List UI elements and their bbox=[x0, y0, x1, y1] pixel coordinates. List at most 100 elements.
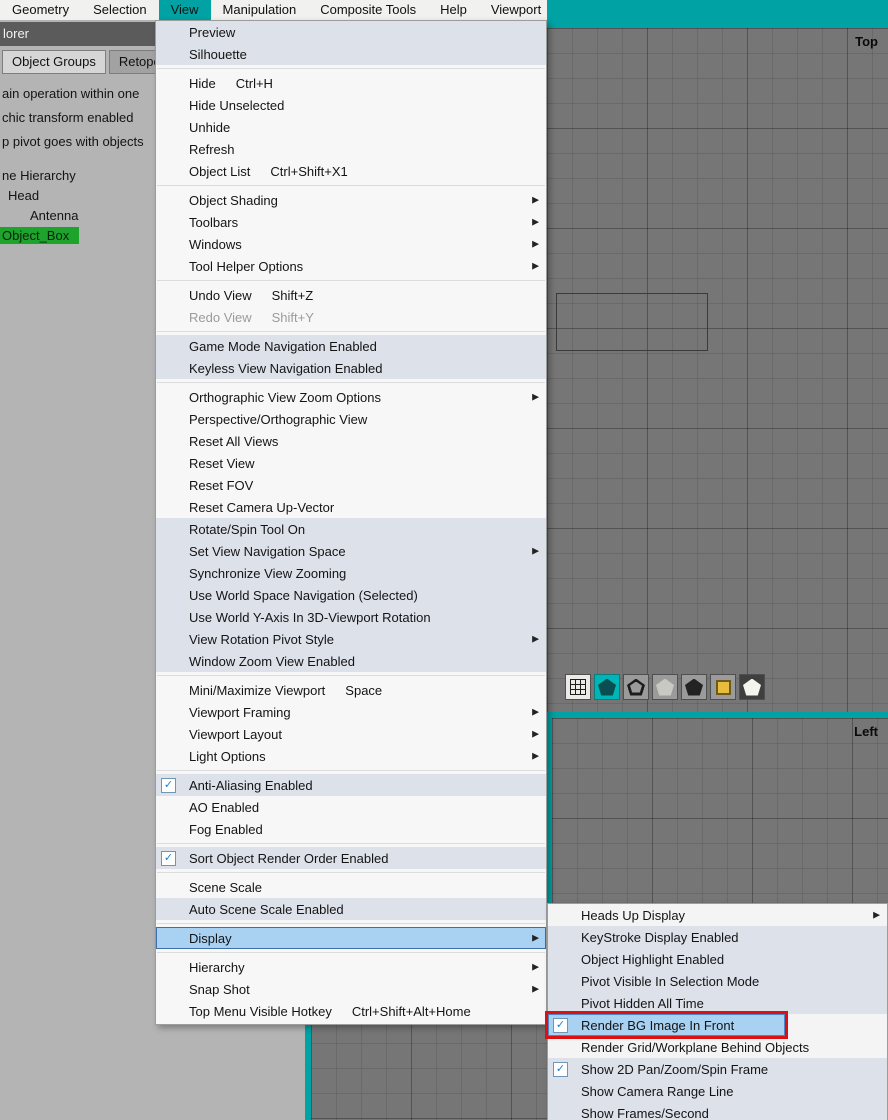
view-menu-item-tool-helper-options[interactable]: Tool Helper Options ▶ bbox=[156, 255, 546, 277]
view-menu-item-view-rotation-pivot-style[interactable]: View Rotation Pivot Style ▶ bbox=[156, 628, 546, 650]
panel-option-text-3: p pivot goes with objects bbox=[2, 134, 144, 149]
checkbox-slot bbox=[161, 749, 176, 764]
display-submenu-item-heads-up-display[interactable]: Heads Up Display ▶ bbox=[548, 904, 887, 926]
view-menu-item-object-shading[interactable]: Object Shading ▶ bbox=[156, 189, 546, 211]
menubar-item-composite-tools[interactable]: Composite Tools bbox=[308, 0, 428, 20]
view-menu-item-use-world-y-axis-in-3d-viewport-rotation[interactable]: Use World Y-Axis In 3D-Viewport Rotation bbox=[156, 606, 546, 628]
view-menu-item-object-list[interactable]: Object List Ctrl+Shift+X1 bbox=[156, 160, 546, 182]
checkbox-slot bbox=[161, 237, 176, 252]
menubar-item-selection[interactable]: Selection bbox=[81, 0, 158, 20]
view-menu-item-hide-unselected[interactable]: Hide Unselected bbox=[156, 94, 546, 116]
view-menu-item-reset-camera-up-vector[interactable]: Reset Camera Up-Vector bbox=[156, 496, 546, 518]
view-menu-item-light-options[interactable]: Light Options ▶ bbox=[156, 745, 546, 767]
menu-item-label: Window Zoom View Enabled bbox=[189, 653, 355, 669]
view-menu-item-hide[interactable]: Hide Ctrl+H bbox=[156, 72, 546, 94]
checkbox-slot bbox=[553, 908, 568, 923]
menu-separator bbox=[157, 843, 545, 844]
view-menu-item-orthographic-view-zoom-options[interactable]: Orthographic View Zoom Options ▶ bbox=[156, 386, 546, 408]
view-menu-item-redo-view[interactable]: Redo View Shift+Y bbox=[156, 306, 546, 328]
tab-object-groups[interactable]: Object Groups bbox=[2, 50, 106, 74]
view-menu-item-scene-scale[interactable]: Scene Scale bbox=[156, 876, 546, 898]
tree-item-label: Head bbox=[8, 188, 40, 203]
smooth-shade-mode-icon[interactable] bbox=[739, 674, 765, 700]
checkbox-slot bbox=[553, 930, 568, 945]
view-menu-item-reset-all-views[interactable]: Reset All Views bbox=[156, 430, 546, 452]
display-submenu-item-show-camera-range-line[interactable]: Show Camera Range Line bbox=[548, 1080, 887, 1102]
menubar-item-help[interactable]: Help bbox=[428, 0, 479, 20]
wireframe-mode-icon[interactable] bbox=[623, 674, 649, 700]
checkbox-slot bbox=[161, 215, 176, 230]
view-menu-item-auto-scene-scale-enabled[interactable]: Auto Scene Scale Enabled bbox=[156, 898, 546, 920]
view-menu-item-unhide[interactable]: Unhide bbox=[156, 116, 546, 138]
texture-mode-icon[interactable] bbox=[710, 674, 736, 700]
grid-toggle-icon[interactable] bbox=[565, 674, 591, 700]
flat-shade-mode-icon[interactable] bbox=[681, 674, 707, 700]
view-menu-item-silhouette[interactable]: Silhouette bbox=[156, 43, 546, 65]
menu-separator bbox=[157, 68, 545, 69]
display-submenu-item-render-grid-workplane-behind-objects[interactable]: Render Grid/Workplane Behind Objects bbox=[548, 1036, 887, 1058]
view-menu-item-viewport-framing[interactable]: Viewport Framing ▶ bbox=[156, 701, 546, 723]
display-submenu-item-show-frames-second[interactable]: Show Frames/Second bbox=[548, 1102, 887, 1120]
view-menu-item-toolbars[interactable]: Toolbars ▶ bbox=[156, 211, 546, 233]
view-menu-item-game-mode-navigation-enabled[interactable]: Game Mode Navigation Enabled bbox=[156, 335, 546, 357]
viewport-top-view[interactable]: Top bbox=[547, 28, 888, 712]
view-menu-item-hierarchy[interactable]: Hierarchy ▶ bbox=[156, 956, 546, 978]
display-submenu-item-keystroke-display-enabled[interactable]: KeyStroke Display Enabled bbox=[548, 926, 887, 948]
menu-item-label: Object Shading bbox=[189, 192, 278, 208]
display-submenu-item-pivot-visible-in-selection-mode[interactable]: Pivot Visible In Selection Mode bbox=[548, 970, 887, 992]
submenu-arrow-icon: ▶ bbox=[532, 216, 539, 227]
view-menu-item-window-zoom-view-enabled[interactable]: Window Zoom View Enabled bbox=[156, 650, 546, 672]
menu-item-label: Show 2D Pan/Zoom/Spin Frame bbox=[581, 1061, 769, 1077]
scene-object-outline[interactable] bbox=[556, 293, 708, 351]
display-submenu-item-object-highlight-enabled[interactable]: Object Highlight Enabled bbox=[548, 948, 887, 970]
view-menu-item-perspective-orthographic-view[interactable]: Perspective/Orthographic View bbox=[156, 408, 546, 430]
menubar-item-geometry[interactable]: Geometry bbox=[0, 0, 81, 20]
menu-item-label: Use World Space Navigation (Selected) bbox=[189, 587, 418, 603]
view-menu-item-undo-view[interactable]: Undo View Shift+Z bbox=[156, 284, 546, 306]
menu-item-label: Render Grid/Workplane Behind Objects bbox=[581, 1039, 810, 1055]
view-menu-item-sort-object-render-order-enabled[interactable]: ✓ Sort Object Render Order Enabled bbox=[156, 847, 546, 869]
menu-item-label: Object List bbox=[189, 163, 251, 179]
ghost-shade-mode-icon[interactable] bbox=[652, 674, 678, 700]
menubar-item-viewport[interactable]: Viewport bbox=[479, 0, 553, 20]
menubar-item-manipulation[interactable]: Manipulation bbox=[211, 0, 309, 20]
view-menu-item-synchronize-view-zooming[interactable]: Synchronize View Zooming bbox=[156, 562, 546, 584]
view-menu-item-display[interactable]: Display ▶ bbox=[156, 927, 546, 949]
checkbox-slot bbox=[161, 683, 176, 698]
menu-item-label: Scene Scale bbox=[189, 879, 262, 895]
view-menu-item-top-menu-visible-hotkey[interactable]: Top Menu Visible Hotkey Ctrl+Shift+Alt+Ho… bbox=[156, 1000, 546, 1022]
checkbox-slot bbox=[161, 902, 176, 917]
checkbox-slot bbox=[161, 193, 176, 208]
view-menu-item-keyless-view-navigation-enabled[interactable]: Keyless View Navigation Enabled bbox=[156, 357, 546, 379]
display-submenu-item-pivot-hidden-all-time[interactable]: Pivot Hidden All Time bbox=[548, 992, 887, 1014]
view-menu-item-windows[interactable]: Windows ▶ bbox=[156, 233, 546, 255]
view-menu-item-rotate-spin-tool-on[interactable]: Rotate/Spin Tool On bbox=[156, 518, 546, 540]
menu-separator bbox=[157, 770, 545, 771]
view-menu-item-reset-fov[interactable]: Reset FOV bbox=[156, 474, 546, 496]
menubar-item-view[interactable]: View bbox=[158, 0, 211, 20]
menu-item-label: Top Menu Visible Hotkey bbox=[189, 1003, 332, 1019]
checkbox-slot bbox=[161, 632, 176, 647]
view-menu-item-use-world-space-navigation-selected[interactable]: Use World Space Navigation (Selected) bbox=[156, 584, 546, 606]
submenu-arrow-icon: ▶ bbox=[532, 728, 539, 739]
view-menu-item-preview[interactable]: Preview bbox=[156, 21, 546, 43]
menu-item-label: Reset Camera Up-Vector bbox=[189, 499, 335, 515]
view-menu-item-viewport-layout[interactable]: Viewport Layout ▶ bbox=[156, 723, 546, 745]
view-menu-item-snap-shot[interactable]: Snap Shot ▶ bbox=[156, 978, 546, 1000]
shaded-mode-icon[interactable] bbox=[594, 674, 620, 700]
checkbox-slot bbox=[161, 544, 176, 559]
view-menu-item-refresh[interactable]: Refresh bbox=[156, 138, 546, 160]
menu-item-shortcut: Shift+Z bbox=[271, 287, 314, 303]
view-menu-item-anti-aliasing-enabled[interactable]: ✓ Anti-Aliasing Enabled bbox=[156, 774, 546, 796]
view-menu-item-fog-enabled[interactable]: Fog Enabled bbox=[156, 818, 546, 840]
panel-options: ain operation within one chic transform e… bbox=[2, 82, 144, 154]
view-menu-item-mini-maximize-viewport[interactable]: Mini/Maximize Viewport Space bbox=[156, 679, 546, 701]
view-menu-item-reset-view[interactable]: Reset View bbox=[156, 452, 546, 474]
viewport-top-label: Top bbox=[855, 34, 878, 49]
pentagon-glyph bbox=[685, 678, 703, 696]
display-submenu-item-show-2d-pan-zoom-spin-frame[interactable]: ✓ Show 2D Pan/Zoom/Spin Frame bbox=[548, 1058, 887, 1080]
menu-item-label: Light Options bbox=[189, 748, 266, 764]
display-submenu-item-render-bg-image-in-front[interactable]: ✓ Render BG Image In Front bbox=[545, 1011, 788, 1039]
view-menu-item-set-view-navigation-space[interactable]: Set View Navigation Space ▶ bbox=[156, 540, 546, 562]
view-menu-item-ao-enabled[interactable]: AO Enabled bbox=[156, 796, 546, 818]
